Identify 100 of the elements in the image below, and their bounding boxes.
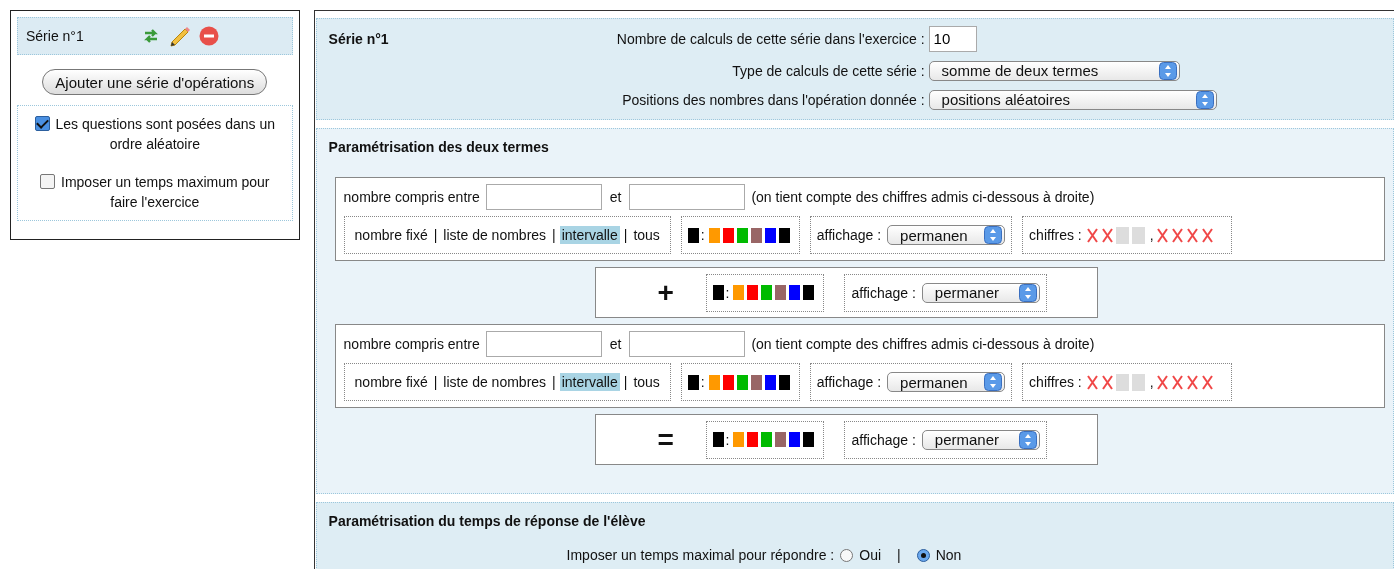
mode-link[interactable]: intervalle: [559, 226, 620, 244]
dropdown[interactable]: somme de deux termes: [928, 60, 1180, 81]
current-color-swatch[interactable]: [687, 227, 699, 243]
question-label: Imposer un temps maximal pour répondre :: [566, 547, 835, 563]
updown-arrows-icon: [1158, 61, 1177, 80]
cross-icon[interactable]: [1170, 373, 1184, 391]
color-swatch[interactable]: [803, 285, 815, 300]
color-swatch[interactable]: [708, 374, 720, 390]
digits-label: chiffres :: [1029, 227, 1082, 243]
mode-link[interactable]: liste de nombres: [441, 226, 549, 244]
input-field[interactable]: [629, 331, 746, 357]
color-swatch[interactable]: [775, 432, 787, 447]
color-swatch[interactable]: [736, 374, 748, 390]
input-field[interactable]: [485, 331, 602, 357]
color-picker[interactable]: :: [705, 420, 825, 459]
cross-icon[interactable]: [1185, 226, 1199, 244]
range-label: nombre compris entre: [343, 189, 480, 205]
cross-icon[interactable]: [1155, 373, 1169, 391]
mode-link[interactable]: nombre fixé: [352, 373, 430, 391]
checkbox[interactable]: [40, 174, 55, 189]
radio-button[interactable]: [916, 548, 930, 562]
cross-icon[interactable]: [1185, 373, 1199, 391]
color-swatch[interactable]: [750, 227, 762, 243]
input-field[interactable]: 10: [928, 25, 977, 52]
dropdown[interactable]: permaner: [921, 429, 1040, 450]
display-label: affichage :: [816, 374, 882, 390]
cross-icon[interactable]: [1085, 373, 1099, 391]
color-swatch[interactable]: [733, 285, 745, 300]
color-swatch[interactable]: [778, 374, 790, 390]
range-label: nombre compris entre: [343, 336, 480, 352]
updown-arrows-icon: [1018, 283, 1037, 302]
color-picker[interactable]: :: [680, 216, 800, 254]
field-label: Positions des nombres dans l'opération donnée :: [621, 91, 925, 108]
separator-label: |: [552, 227, 556, 243]
color-swatch[interactable]: [764, 227, 776, 243]
and-label: et: [609, 189, 622, 205]
option-label: Non: [935, 547, 962, 563]
color-swatch[interactable]: [736, 227, 748, 243]
mode-link[interactable]: intervalle: [559, 373, 620, 391]
color-swatch[interactable]: [722, 374, 734, 390]
color-swatch[interactable]: [747, 285, 759, 300]
option-label: Imposer un temps maximum pour faire l'exercice: [61, 174, 270, 210]
color-swatch[interactable]: [761, 285, 773, 300]
series-item[interactable]: Série n°1: [17, 17, 293, 55]
separator-label: |: [433, 227, 438, 243]
and-label: et: [609, 336, 622, 352]
decimal-comma: ,: [1149, 227, 1154, 243]
range-note: (on tient compte des chiffres admis ci-dessous à droite): [751, 336, 1095, 352]
color-swatch[interactable]: [789, 285, 801, 300]
mode-link[interactable]: nombre fixé: [352, 226, 430, 244]
operator-symbol: +: [656, 276, 675, 309]
color-swatch[interactable]: [747, 432, 759, 447]
color-swatch[interactable]: [733, 432, 745, 447]
cross-icon[interactable]: [1200, 373, 1214, 391]
operator-symbol: =: [656, 423, 675, 456]
color-swatch[interactable]: [761, 432, 773, 447]
color-picker[interactable]: :: [705, 273, 825, 312]
cross-icon[interactable]: [1170, 226, 1184, 244]
current-color-swatch[interactable]: [712, 285, 724, 300]
updown-arrows-icon: [1195, 90, 1214, 109]
series-label: Série n°1: [26, 28, 84, 44]
cross-icon[interactable]: [1100, 373, 1114, 391]
cross-icon[interactable]: [1085, 226, 1099, 244]
color-swatch[interactable]: [803, 432, 815, 447]
dropdown[interactable]: permaner: [921, 282, 1040, 303]
color-swatch[interactable]: [789, 432, 801, 447]
color-swatch[interactable]: [708, 227, 720, 243]
input-field[interactable]: [485, 184, 602, 210]
color-swatch[interactable]: [778, 227, 790, 243]
mode-link[interactable]: liste de nombres: [441, 373, 549, 391]
cross-icon[interactable]: [1100, 226, 1114, 244]
color-swatch[interactable]: [722, 227, 734, 243]
option-label: Les questions sont posées dans un ordre aléatoire: [55, 116, 276, 152]
field-label: Type de calculs de cette série :: [731, 62, 925, 79]
mode-link[interactable]: tous: [631, 373, 662, 391]
digits-label: chiffres :: [1029, 374, 1082, 390]
add-series-button[interactable]: Ajouter une série d'opérations: [42, 69, 268, 95]
color-picker[interactable]: :: [680, 363, 800, 401]
radio-button[interactable]: [840, 548, 854, 562]
field-label: Nombre de calculs de cette série dans l'exercice :: [615, 30, 925, 47]
dropdown[interactable]: permanen: [887, 225, 1006, 245]
input-field[interactable]: [629, 184, 746, 210]
pencil-icon: [167, 24, 191, 48]
color-swatch[interactable]: [764, 374, 776, 390]
mode-link[interactable]: tous: [631, 226, 662, 244]
current-color-swatch[interactable]: [712, 432, 724, 447]
decimal-comma: ,: [1149, 374, 1154, 390]
colon-label: :: [725, 431, 730, 448]
color-swatch[interactable]: [775, 285, 787, 300]
cross-icon[interactable]: [1155, 226, 1169, 244]
color-swatch[interactable]: [750, 374, 762, 390]
separator-label: |: [552, 374, 556, 390]
dropdown[interactable]: permanen: [887, 372, 1006, 392]
updown-arrows-icon: [1018, 430, 1037, 449]
series-title: Série n°1: [328, 30, 390, 47]
dropdown[interactable]: positions aléatoires: [928, 89, 1217, 110]
checkbox[interactable]: [34, 116, 50, 131]
current-color-swatch[interactable]: [687, 374, 699, 390]
separator-label: |: [623, 227, 628, 243]
cross-icon[interactable]: [1200, 226, 1214, 244]
